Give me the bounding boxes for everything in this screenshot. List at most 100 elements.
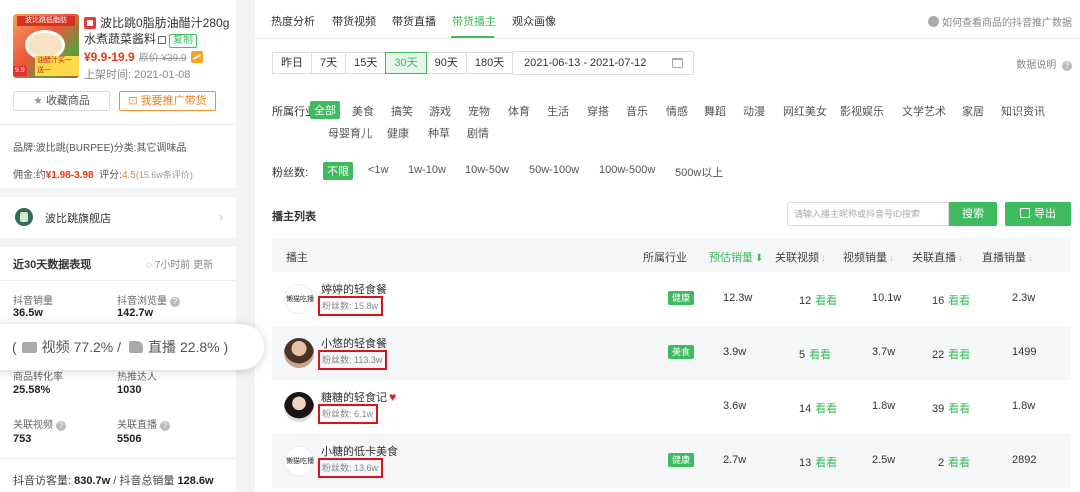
fans-chip[interactable]: 1w-10w <box>408 164 446 176</box>
industry-chip[interactable]: 家居 <box>962 103 984 119</box>
favorite-button[interactable]: ★ 收藏商品 <box>13 91 110 111</box>
search-input[interactable]: 请输入播主昵称或抖音号ID搜索 <box>787 202 949 226</box>
related-lives: 2 看看 <box>938 457 971 469</box>
industry-chip[interactable]: 宠物 <box>468 103 490 119</box>
col-live-sales[interactable]: 直播销量 ↓ <box>982 249 1033 265</box>
fans-count: 粉丝数: 6.1w <box>318 404 379 424</box>
view-lives-link[interactable]: 看看 <box>948 457 970 469</box>
stat-related-lives: 5506 <box>117 433 142 445</box>
shop-logo <box>15 208 33 226</box>
product-title[interactable]: 波比跳0脂肪油醋汁280g水煮蔬菜酱料 复制 <box>84 15 230 48</box>
tab-lives[interactable]: 带货直播 <box>392 13 436 29</box>
col-videos[interactable]: 关联视频 ↓ <box>775 249 826 265</box>
data-info-link[interactable]: 数据说明 ? <box>1016 56 1072 71</box>
view-lives-link[interactable]: 看看 <box>948 403 970 415</box>
stat-douyin-sales: 36.5w <box>13 307 43 319</box>
industry-chip[interactable]: 舞蹈 <box>704 103 726 119</box>
creator-name[interactable]: 小糖的低卡美食 <box>321 443 398 459</box>
industry-chip[interactable]: 全部 <box>310 101 340 119</box>
industry-chip[interactable]: 知识资讯 <box>1001 103 1045 119</box>
help-icon[interactable]: ? <box>56 421 66 431</box>
trend-icon[interactable] <box>190 51 203 63</box>
table-row[interactable]: 小悠的轻食餐 粉丝数: 113.3w 美食 3.9w 5 看看 3.7w 22 看看 1499 <box>272 326 1071 380</box>
avatar[interactable] <box>284 338 314 368</box>
industry-chip[interactable]: 健康 <box>387 125 409 141</box>
update-button[interactable]: ◌ 7小时前 更新 <box>146 256 213 271</box>
range-30d[interactable]: 30天 <box>385 52 427 74</box>
fans-chip[interactable]: 50w-100w <box>529 164 579 176</box>
related-lives: 39 看看 <box>932 403 971 415</box>
table-row[interactable]: 懒猫吃播 小糖的低卡美食 粉丝数: 13.6w 健康 2.7w 13 看看 2.5w 2 看看 28… <box>272 434 1071 488</box>
tab-audience[interactable]: 观众画像 <box>512 13 556 29</box>
industry-chip[interactable]: 游戏 <box>429 103 451 119</box>
image-banner: 波比跳低脂肪 <box>17 16 75 26</box>
range-180d[interactable]: 180天 <box>465 52 514 74</box>
fans-chip[interactable]: <1w <box>368 164 389 176</box>
fans-chip[interactable]: 500w以上 <box>675 164 723 180</box>
industry-chip[interactable]: 网红美女 <box>783 103 827 119</box>
table-header: 播主 所属行业 预估销量 ⬇ 关联视频 ↓ 视频销量 ↓ 关联直播 ↓ 直播销量 ↓ <box>272 238 1071 272</box>
section-gap <box>0 188 236 197</box>
creator-name[interactable]: 小悠的轻食餐 <box>321 335 387 351</box>
col-lives[interactable]: 关联直播 ↓ <box>912 249 963 265</box>
help-link[interactable]: 如何查看商品的抖音推广数据 <box>928 14 1072 29</box>
fans-chip[interactable]: 100w-500w <box>599 164 655 176</box>
industry-chip[interactable]: 文学艺术 <box>902 103 946 119</box>
help-icon[interactable]: ? <box>160 421 170 431</box>
live-sales: 1.8w <box>1012 400 1036 412</box>
industry-chip[interactable]: 美食 <box>352 103 374 119</box>
tab-videos[interactable]: 带货视频 <box>332 13 376 29</box>
view-videos-link[interactable]: 看看 <box>815 403 837 415</box>
table-row[interactable]: 糖糖的轻食记 ♥ 粉丝数: 6.1w 3.6w 14 看看 1.8w 39 看看 1.8w <box>272 380 1071 434</box>
industry-chip[interactable]: 音乐 <box>626 103 648 119</box>
avatar[interactable] <box>284 392 314 422</box>
search-button[interactable]: 搜索 <box>949 202 997 226</box>
avatar[interactable]: 懒猫吃播 <box>284 284 314 314</box>
industry-chip[interactable]: 影视娱乐 <box>840 103 884 119</box>
view-videos-link[interactable]: 看看 <box>815 457 837 469</box>
shop-link[interactable]: 波比跳旗舰店 › <box>13 206 223 228</box>
range-7d[interactable]: 7天 <box>311 52 347 74</box>
table-row[interactable]: 懒猫吃播 婷婷的轻食餐 粉丝数: 15.8w 健康 12.3w 12 看看 10.1w 16 看看… <box>272 272 1071 326</box>
industry-chip[interactable]: 搞笑 <box>391 103 413 119</box>
promote-button[interactable]: ⊡ 我要推广带货 <box>119 91 216 111</box>
range-15d[interactable]: 15天 <box>345 52 387 74</box>
product-image[interactable]: 波比跳低脂肪 9.9 油醋汁买一送一 <box>13 14 79 78</box>
industry-chip[interactable]: 穿搭 <box>587 103 609 119</box>
help-icon[interactable]: ? <box>170 297 180 307</box>
fans-chip[interactable]: 不限 <box>323 162 353 180</box>
copy-button[interactable]: 复制 <box>169 34 198 48</box>
tab-creators[interactable]: 带货播主 <box>452 13 496 29</box>
range-yesterday[interactable]: 昨日 <box>272 52 312 74</box>
fans-chip[interactable]: 10w-50w <box>465 164 509 176</box>
tab-heat-analysis[interactable]: 热度分析 <box>271 13 315 29</box>
industry-chip[interactable]: 剧情 <box>467 125 489 141</box>
col-video-sales[interactable]: 视频销量 ↓ <box>843 249 894 265</box>
divider <box>0 124 236 125</box>
industry-badge: 美食 <box>668 345 695 359</box>
col-est-sales[interactable]: 预估销量 ⬇ <box>709 249 763 265</box>
industry-chip[interactable]: 种草 <box>428 125 450 141</box>
industry-chip[interactable]: 母婴育儿 <box>328 125 372 141</box>
fans-count: 粉丝数: 13.6w <box>318 458 384 478</box>
date-range-picker[interactable]: 2021-06-13 - 2021-07-12 <box>512 51 694 75</box>
stat-hot-creators: 1030 <box>117 384 142 396</box>
industry-chip[interactable]: 体育 <box>508 103 530 119</box>
export-button[interactable]: 导出 <box>1005 202 1071 226</box>
view-lives-link[interactable]: 看看 <box>948 295 970 307</box>
avatar[interactable]: 懒猫吃播 <box>284 446 314 476</box>
creator-name[interactable]: 婷婷的轻食餐 <box>321 281 387 297</box>
qr-icon[interactable] <box>158 36 167 44</box>
industry-chip[interactable]: 情感 <box>666 103 688 119</box>
est-sales: 3.6w <box>723 400 747 412</box>
view-lives-link[interactable]: 看看 <box>948 349 970 361</box>
view-videos-link[interactable]: 看看 <box>815 295 837 307</box>
question-icon: ? <box>1062 61 1072 71</box>
est-sales: 2.7w <box>723 454 747 466</box>
view-videos-link[interactable]: 看看 <box>809 349 831 361</box>
related-videos: 5 看看 <box>799 349 832 361</box>
creator-name[interactable]: 糖糖的轻食记 ♥ <box>321 389 396 405</box>
industry-chip[interactable]: 生活 <box>547 103 569 119</box>
industry-chip[interactable]: 动漫 <box>743 103 765 119</box>
range-90d[interactable]: 90天 <box>425 52 467 74</box>
